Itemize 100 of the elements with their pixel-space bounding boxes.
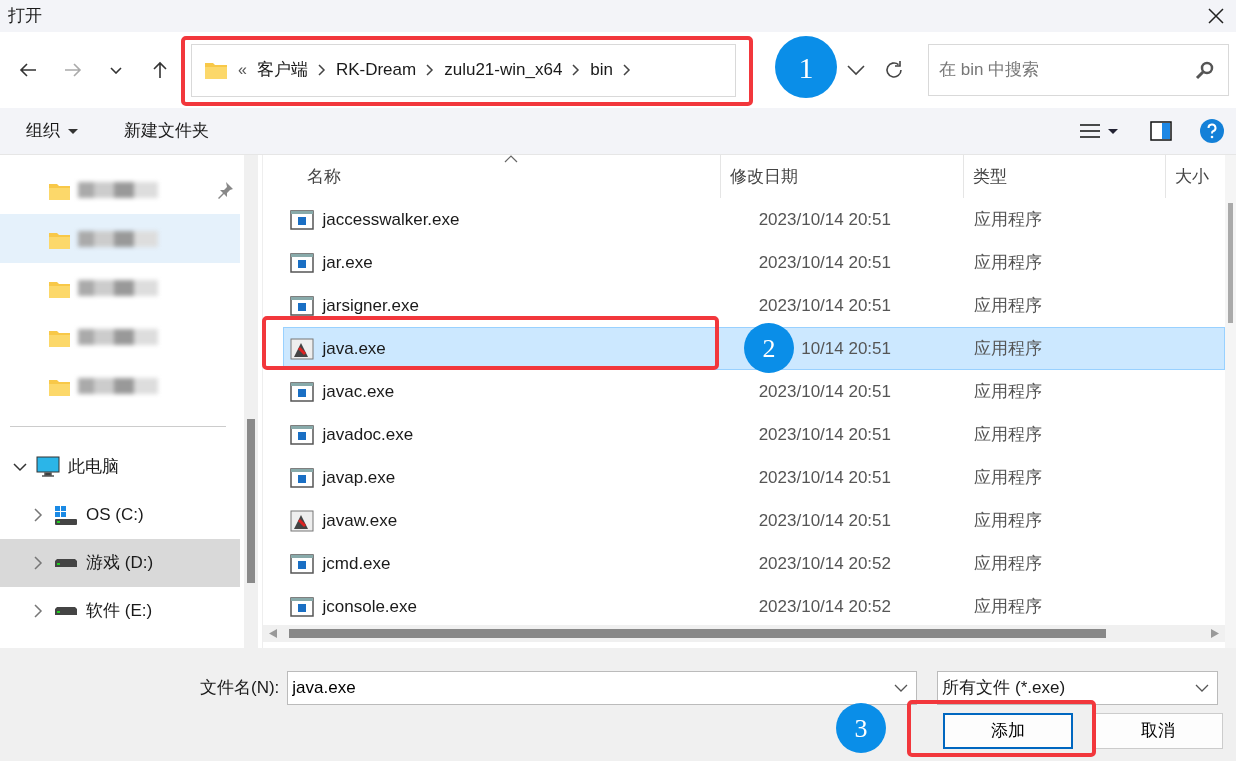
file-row[interactable]: jconsole.exe 2023/10/14 20:52 应用程序 xyxy=(283,585,1225,628)
column-header[interactable]: 名称 xyxy=(283,155,721,198)
scrollbar-thumb[interactable] xyxy=(247,419,255,583)
tree-item[interactable]: OS (C:) xyxy=(0,491,240,539)
pin-icon xyxy=(216,180,234,199)
search-field[interactable]: 在 bin 中搜索 xyxy=(928,44,1229,96)
file-type: 应用程序 xyxy=(973,553,1042,573)
modified-date: 2023/10/14 20:52 xyxy=(758,595,891,618)
help-icon xyxy=(1200,119,1224,143)
sort-icon xyxy=(504,155,518,163)
file-row[interactable]: jar.exe 2023/10/14 20:51 应用程序 xyxy=(283,241,1225,284)
scrollbar-thumb[interactable] xyxy=(289,629,1106,638)
file-row[interactable]: jcmd.exe 2023/10/14 20:52 应用程序 xyxy=(283,542,1225,585)
scrollbar[interactable] xyxy=(1225,155,1236,648)
chevron-right-icon xyxy=(426,64,435,76)
file-name[interactable]: jar.exe xyxy=(322,249,373,276)
tree-item[interactable]: 游戏 (D:) xyxy=(0,539,240,587)
file-name[interactable]: jcmd.exe xyxy=(322,550,391,577)
program-icon xyxy=(290,466,314,489)
file-name[interactable]: java.exe xyxy=(322,335,386,362)
modified-date: 2023/10/14 20:51 xyxy=(758,251,891,274)
chevron-down-icon xyxy=(894,684,909,692)
drive-icon xyxy=(54,559,78,567)
refresh-icon xyxy=(883,59,905,81)
modified-date: 2023/10/14 20:51 xyxy=(758,294,891,317)
app-icon xyxy=(290,509,314,532)
breadcrumb[interactable]: RK-Dream xyxy=(335,57,417,83)
quick-access-item[interactable] xyxy=(0,214,240,263)
field-label: 文件名(N): xyxy=(200,677,280,700)
file-row[interactable]: javac.exe 2023/10/14 20:51 应用程序 xyxy=(283,370,1225,413)
file-name[interactable]: javaw.exe xyxy=(322,507,398,534)
horizontal-scrollbar[interactable] xyxy=(263,625,1225,642)
file-type: 应用程序 xyxy=(973,338,1042,358)
program-icon xyxy=(290,595,314,618)
file-name[interactable]: javadoc.exe xyxy=(322,421,414,448)
search-icon xyxy=(1195,60,1215,80)
drive-icon xyxy=(54,607,78,615)
file-type: 应用程序 xyxy=(973,295,1042,315)
program-icon xyxy=(290,423,314,446)
modified-date: 2023/10/14 20:51 xyxy=(758,423,891,446)
file-name[interactable]: jconsole.exe xyxy=(322,593,417,620)
scrollbar[interactable] xyxy=(244,155,258,648)
preview-pane-icon xyxy=(1150,121,1172,141)
modified-date: 2023/10/14 20:52 xyxy=(758,552,891,575)
breadcrumb[interactable]: zulu21-win_x64 xyxy=(444,57,563,83)
program-icon xyxy=(290,380,314,403)
scroll-left-icon xyxy=(269,629,277,638)
breadcrumb[interactable]: 客户端 xyxy=(256,57,308,83)
modified-date: 10/14 20:51 xyxy=(801,337,891,360)
file-type: 应用程序 xyxy=(973,596,1042,616)
modified-date: 2023/10/14 20:51 xyxy=(758,466,891,489)
file-type: 应用程序 xyxy=(973,381,1042,401)
chevron-down-icon xyxy=(846,64,866,76)
file-name[interactable]: javap.exe xyxy=(322,464,396,491)
file-name[interactable]: jarsigner.exe xyxy=(322,292,419,319)
file-row[interactable]: javap.exe 2023/10/14 20:51 应用程序 xyxy=(283,456,1225,499)
add-button[interactable]: 添加 xyxy=(943,713,1073,749)
file-row[interactable]: javaw.exe 2023/10/14 20:51 应用程序 xyxy=(283,499,1225,542)
new-folder-button[interactable]: 新建文件夹 xyxy=(120,116,213,146)
scroll-right-icon xyxy=(1211,629,1219,638)
file-type: 应用程序 xyxy=(973,424,1042,444)
file-type: 应用程序 xyxy=(973,510,1042,530)
chevron-right-icon xyxy=(317,64,326,76)
file-type: 应用程序 xyxy=(973,209,1042,229)
chevron-down-icon xyxy=(1195,684,1210,692)
program-icon xyxy=(290,294,314,317)
close-icon xyxy=(1207,7,1225,25)
file-name[interactable]: jaccesswalker.exe xyxy=(322,206,460,233)
modified-date: 2023/10/14 20:51 xyxy=(758,208,891,231)
column-header[interactable]: 类型 xyxy=(964,155,1166,198)
overflow-chevron[interactable]: « xyxy=(238,58,247,82)
organize-menu[interactable]: 组织 xyxy=(22,116,82,146)
address-bar[interactable]: « 客户端 RK-Dream zulu21-win_x64 bin xyxy=(191,43,736,97)
scrollbar-thumb[interactable] xyxy=(1228,203,1233,323)
column-header[interactable]: 大小 xyxy=(1166,155,1225,198)
file-type-dropdown[interactable]: 所有文件 (*.exe) xyxy=(937,671,1219,705)
app-icon xyxy=(290,337,314,360)
file-row[interactable]: javadoc.exe 2023/10/14 20:51 应用程序 xyxy=(283,413,1225,456)
chevron-right-icon xyxy=(572,64,581,76)
caret-icon xyxy=(68,128,78,134)
file-row[interactable]: jaccesswalker.exe 2023/10/14 20:51 应用程序 xyxy=(283,198,1225,241)
drive-icon xyxy=(54,505,78,525)
computer-icon xyxy=(36,456,60,478)
file-type: 应用程序 xyxy=(973,467,1042,487)
breadcrumb[interactable]: bin xyxy=(590,57,614,83)
file-type: 应用程序 xyxy=(973,252,1042,272)
tree-item[interactable]: 此电脑 xyxy=(0,443,240,491)
program-icon xyxy=(290,552,314,575)
filename-field[interactable]: java.exe xyxy=(287,671,918,705)
cancel-button[interactable]: 取消 xyxy=(1093,713,1223,749)
caret-icon xyxy=(1108,128,1118,134)
column-header[interactable]: 修改日期 xyxy=(721,155,964,198)
tree-item[interactable]: 软件 (E:) xyxy=(0,587,240,635)
program-icon xyxy=(290,251,314,274)
program-icon xyxy=(290,208,314,231)
list-view-icon xyxy=(1080,123,1100,139)
modified-date: 2023/10/14 20:51 xyxy=(758,509,891,532)
file-name[interactable]: javac.exe xyxy=(322,378,395,405)
window-title: 打开 xyxy=(8,5,42,28)
chevron-down-icon xyxy=(110,66,122,74)
